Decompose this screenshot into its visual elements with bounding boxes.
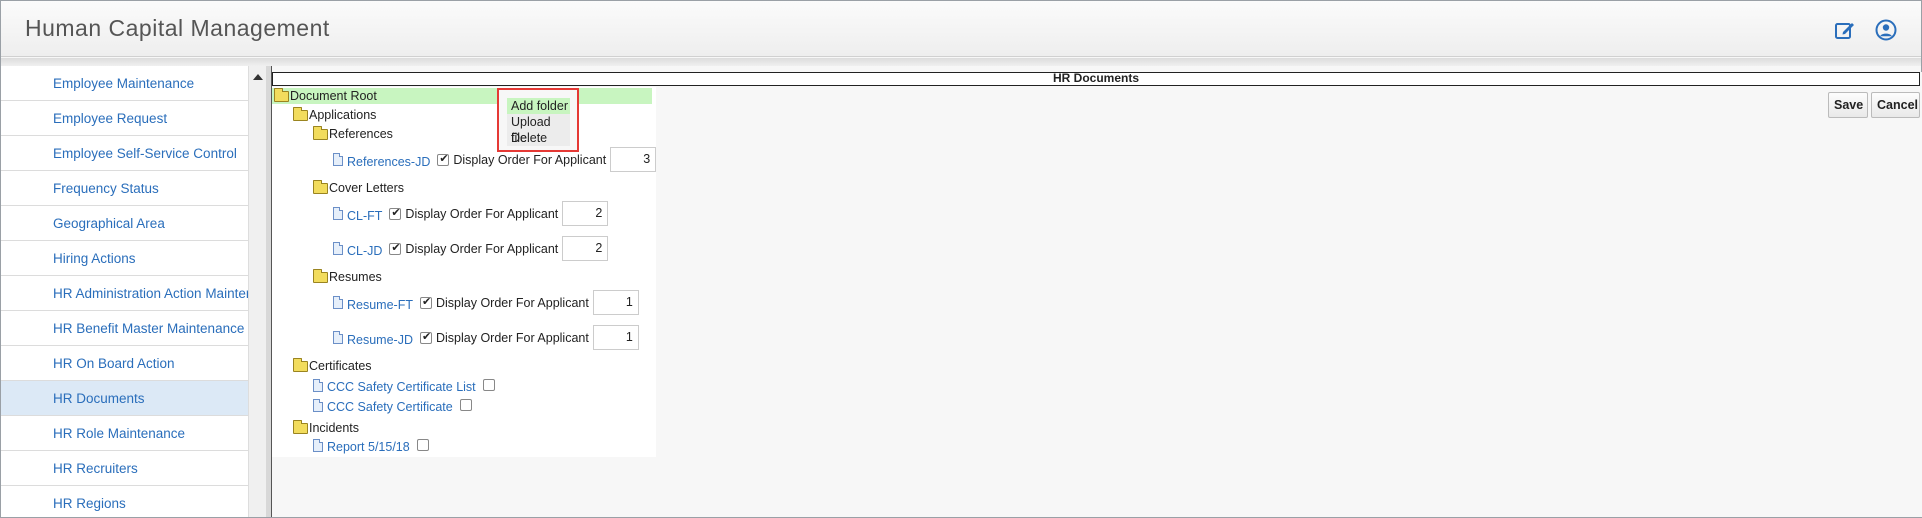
tree-doc-report: Report 5/15/18 bbox=[313, 436, 433, 454]
folder-icon bbox=[293, 106, 308, 121]
tree-node-resumes[interactable]: Resumes bbox=[313, 268, 382, 284]
tree-label: References bbox=[329, 127, 393, 141]
tree-doc-ccc-safety-certificate-list: CCC Safety Certificate List bbox=[313, 376, 499, 394]
sidebar-item-hr-benefit-master[interactable]: HR Benefit Master Maintenance bbox=[1, 311, 248, 346]
display-order-input[interactable]: 3 bbox=[610, 147, 657, 172]
context-menu: Add folder Upload file Delete bbox=[497, 88, 579, 152]
display-order-input[interactable]: 2 bbox=[562, 201, 609, 226]
document-icon bbox=[333, 296, 343, 309]
tree-label: Cover Letters bbox=[329, 181, 405, 195]
main-panel: HR Documents Document Root Applications … bbox=[272, 72, 1922, 517]
menu-item-upload-file[interactable]: Upload file bbox=[507, 114, 570, 145]
menu-item-delete[interactable]: Delete bbox=[507, 130, 570, 146]
sidebar-item-hr-recruiters[interactable]: HR Recruiters bbox=[1, 451, 248, 486]
sidebar-item-employee-maintenance[interactable]: Employee Maintenance bbox=[1, 66, 248, 101]
panel-title: HR Documents bbox=[272, 72, 1920, 86]
sidebar-scrollbar[interactable] bbox=[248, 66, 266, 517]
sidebar: Employee Maintenance Employee Request Em… bbox=[1, 66, 248, 517]
tree-node-applications[interactable]: Applications bbox=[293, 106, 377, 122]
doc-link-references-jd[interactable]: References-JD bbox=[347, 155, 430, 169]
tree-doc-ccc-safety-certificate: CCC Safety Certificate bbox=[313, 396, 476, 414]
display-order-label: Display Order For Applicant bbox=[405, 206, 559, 221]
sidebar-item-frequency-status[interactable]: Frequency Status bbox=[1, 171, 248, 206]
document-icon bbox=[313, 398, 323, 412]
document-icon bbox=[333, 242, 343, 255]
folder-icon bbox=[293, 419, 308, 434]
sidebar-item-employee-self-service-control[interactable]: Employee Self-Service Control bbox=[1, 136, 248, 171]
sidebar-item-hr-documents[interactable]: HR Documents bbox=[1, 381, 248, 416]
header-shadow bbox=[1, 58, 1921, 66]
tree-doc-cl-ft: CL-FT Display Order For Applicant 2 bbox=[333, 201, 609, 226]
cancel-button[interactable]: Cancel bbox=[1871, 92, 1920, 118]
tree-node-incidents[interactable]: Incidents bbox=[293, 419, 360, 435]
display-order-label: Display Order For Applicant bbox=[405, 241, 559, 256]
folder-icon bbox=[274, 87, 289, 102]
display-checkbox[interactable] bbox=[482, 379, 495, 391]
sidebar-item-hr-regions[interactable]: HR Regions bbox=[1, 486, 248, 517]
doc-link-report[interactable]: Report 5/15/18 bbox=[327, 440, 410, 454]
doc-link-resume-ft[interactable]: Resume-FT bbox=[347, 298, 413, 312]
document-icon bbox=[333, 153, 343, 166]
display-order-input[interactable]: 1 bbox=[592, 325, 639, 350]
doc-link-resume-jd[interactable]: Resume-JD bbox=[347, 333, 413, 347]
tree-node-certificates[interactable]: Certificates bbox=[293, 357, 372, 373]
sidebar-item-hr-administration-action[interactable]: HR Administration Action Maintenance bbox=[1, 276, 248, 311]
document-icon bbox=[333, 207, 343, 220]
tree-doc-resume-ft: Resume-FT Display Order For Applicant 1 bbox=[333, 290, 639, 315]
context-menu-list: Add folder Upload file Delete bbox=[507, 98, 570, 146]
display-checkbox[interactable] bbox=[416, 439, 429, 451]
tree-label: Incidents bbox=[309, 421, 360, 435]
app-title: Human Capital Management bbox=[25, 15, 330, 41]
tree-doc-resume-jd: Resume-JD Display Order For Applicant 1 bbox=[333, 325, 639, 350]
display-order-input[interactable]: 2 bbox=[562, 236, 609, 261]
folder-icon bbox=[313, 268, 328, 283]
display-order-label: Display Order For Applicant bbox=[453, 152, 607, 167]
tree-doc-cl-jd: CL-JD Display Order For Applicant 2 bbox=[333, 236, 609, 261]
tree-node-references[interactable]: References bbox=[313, 125, 393, 141]
menu-item-add-folder[interactable]: Add folder bbox=[507, 98, 570, 114]
doc-link-ccc-safety-certificate-list[interactable]: CCC Safety Certificate List bbox=[327, 380, 476, 394]
folder-icon bbox=[313, 179, 328, 194]
tree-node-document-root[interactable]: Document Root bbox=[274, 87, 377, 103]
save-button[interactable]: Save bbox=[1828, 92, 1868, 118]
scroll-up-arrow-icon[interactable] bbox=[253, 74, 263, 80]
doc-link-cl-ft[interactable]: CL-FT bbox=[347, 209, 382, 223]
document-icon bbox=[313, 438, 323, 452]
display-checkbox[interactable] bbox=[420, 330, 432, 344]
display-checkbox[interactable] bbox=[389, 241, 402, 255]
display-checkbox[interactable] bbox=[389, 206, 402, 220]
tree-label: Applications bbox=[309, 108, 377, 122]
folder-icon bbox=[313, 125, 328, 140]
edit-icon[interactable] bbox=[1833, 18, 1857, 42]
document-icon bbox=[333, 331, 343, 344]
display-checkbox[interactable] bbox=[419, 295, 432, 309]
sidebar-item-employee-request[interactable]: Employee Request bbox=[1, 101, 248, 136]
display-order-label: Display Order For Applicant bbox=[436, 330, 589, 345]
sidebar-item-geographical-area[interactable]: Geographical Area bbox=[1, 206, 248, 241]
display-checkbox[interactable] bbox=[437, 152, 450, 166]
display-order-input[interactable]: 1 bbox=[592, 290, 639, 315]
sidebar-item-hr-role-maintenance[interactable]: HR Role Maintenance bbox=[1, 416, 248, 451]
sidebar-item-hr-on-board-action[interactable]: HR On Board Action bbox=[1, 346, 248, 381]
doc-link-cl-jd[interactable]: CL-JD bbox=[347, 244, 382, 258]
tree-label: Resumes bbox=[329, 270, 382, 284]
tree-label: Document Root bbox=[290, 89, 377, 103]
user-circle-icon[interactable] bbox=[1874, 18, 1898, 42]
sidebar-item-hiring-actions[interactable]: Hiring Actions bbox=[1, 241, 248, 276]
tree-node-cover-letters[interactable]: Cover Letters bbox=[313, 179, 405, 195]
folder-icon bbox=[293, 357, 308, 372]
display-order-label: Display Order For Applicant bbox=[435, 295, 589, 310]
tree-label: Certificates bbox=[309, 359, 372, 373]
app-header: Human Capital Management bbox=[1, 1, 1921, 57]
doc-link-ccc-safety-certificate[interactable]: CCC Safety Certificate bbox=[327, 400, 453, 414]
display-checkbox[interactable] bbox=[459, 399, 472, 411]
tree-doc-references-jd: References-JD Display Order For Applican… bbox=[333, 147, 657, 172]
document-icon bbox=[313, 378, 323, 392]
